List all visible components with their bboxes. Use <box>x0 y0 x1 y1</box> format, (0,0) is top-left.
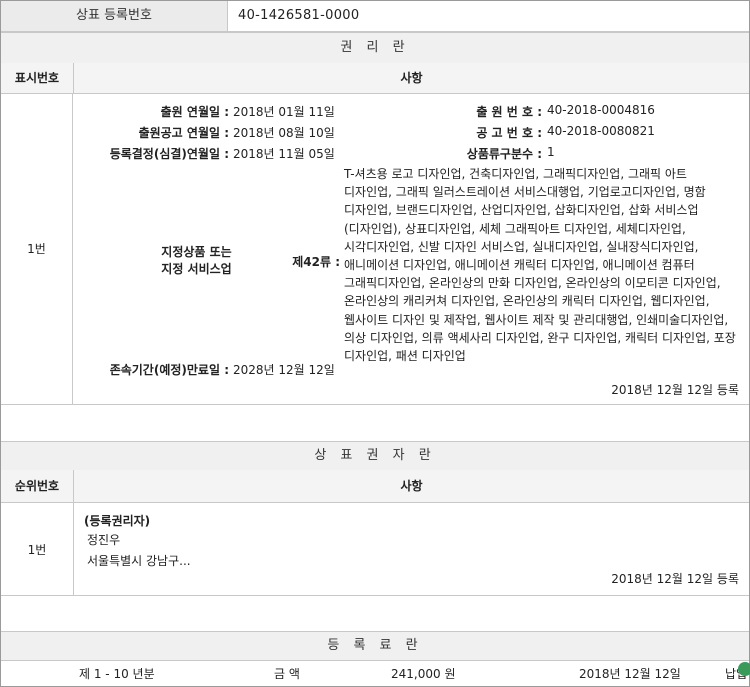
owner-col-no: 순위번호 <box>1 470 74 502</box>
publication-no: 40-2018-0080821 <box>547 124 655 138</box>
publication-date: 2018년 08월 10일 <box>233 126 335 140</box>
owner-section-title: 상 표 권 자 란 <box>1 441 749 471</box>
publication-no-label: 공 고 번 호 : <box>476 126 542 140</box>
rights-col-no: 표시번호 <box>1 63 74 93</box>
fee-amount-label: 금 액 <box>274 667 300 681</box>
decision-date: 2018년 11월 05일 <box>233 147 335 161</box>
decision-date-label: 등록결정(심결)연월일 : <box>109 147 229 161</box>
rights-section-title: 권 리 란 <box>1 32 749 64</box>
class-count-label: 상품류구분수 : <box>466 147 542 161</box>
status-dot-icon <box>738 662 750 676</box>
owner-registered-date: 2018년 12월 12일 등록 <box>611 572 739 586</box>
registration-number-row: 상표 등록번호 40-1426581-0000 <box>1 1 749 32</box>
owner-col-matter: 사항 <box>400 479 423 493</box>
application-no: 40-2018-0004816 <box>547 103 655 117</box>
rights-entry-row: 1번 출원 연월일 : 2018년 01월 11일 출 원 번 호 : 40-2… <box>1 94 749 405</box>
registration-number-value: 40-1426581-0000 <box>238 8 360 23</box>
designated-label-line2: 지정 서비스업 <box>161 262 232 276</box>
rights-registered-date: 2018년 12월 12일 등록 <box>611 383 739 397</box>
expiry-date: 2028년 12월 12일 <box>233 363 335 377</box>
application-no-label: 출 원 번 호 : <box>476 105 542 119</box>
class-label: 제42류 : <box>292 255 340 269</box>
fee-row: 제 1 - 10 년분 금 액 241,000 원 2018년 12월 12일 … <box>1 661 749 686</box>
fee-amount: 241,000 원 <box>391 667 456 681</box>
designated-goods-list: T-셔츠용 로고 디자인업, 건축디자인업, 그래픽디자인업, 그래픽 아트 디… <box>344 167 736 364</box>
owner-address: 서울특별시 강남구... <box>87 554 191 568</box>
owner-entry-no: 1번 <box>1 503 74 595</box>
owner-entry-row: 1번 (등록권리자) 정진우 서울특별시 강남구... 2018년 12월 12… <box>1 503 749 596</box>
owner-column-header: 순위번호 사항 <box>1 470 749 503</box>
application-date: 2018년 01월 11일 <box>233 105 335 119</box>
designated-goods-label: 지정상품 또는 지정 서비스업 <box>84 244 309 278</box>
publication-date-label: 출원공고 연월일 : <box>138 126 229 140</box>
fee-date: 2018년 12월 12일 <box>579 667 681 681</box>
application-date-label: 출원 연월일 : <box>160 105 229 119</box>
owner-role: (등록권리자) <box>84 514 151 528</box>
rights-col-matter: 사항 <box>400 71 423 85</box>
class-count: 1 <box>547 145 555 159</box>
trademark-register: 상표 등록번호 40-1426581-0000 권 리 란 표시번호 사항 1번… <box>0 0 750 687</box>
fee-section-title: 등 록 료 란 <box>1 631 749 661</box>
fee-period: 제 1 - 10 년분 <box>79 667 155 681</box>
expiry-label: 존속기간(예정)만료일 : <box>109 363 229 377</box>
owner-name: 정진우 <box>87 533 121 547</box>
rights-entry-no: 1번 <box>1 94 73 404</box>
rights-column-header: 표시번호 사항 <box>1 63 749 94</box>
registration-number-label: 상표 등록번호 <box>1 1 228 31</box>
designated-label-line1: 지정상품 또는 <box>161 245 232 259</box>
